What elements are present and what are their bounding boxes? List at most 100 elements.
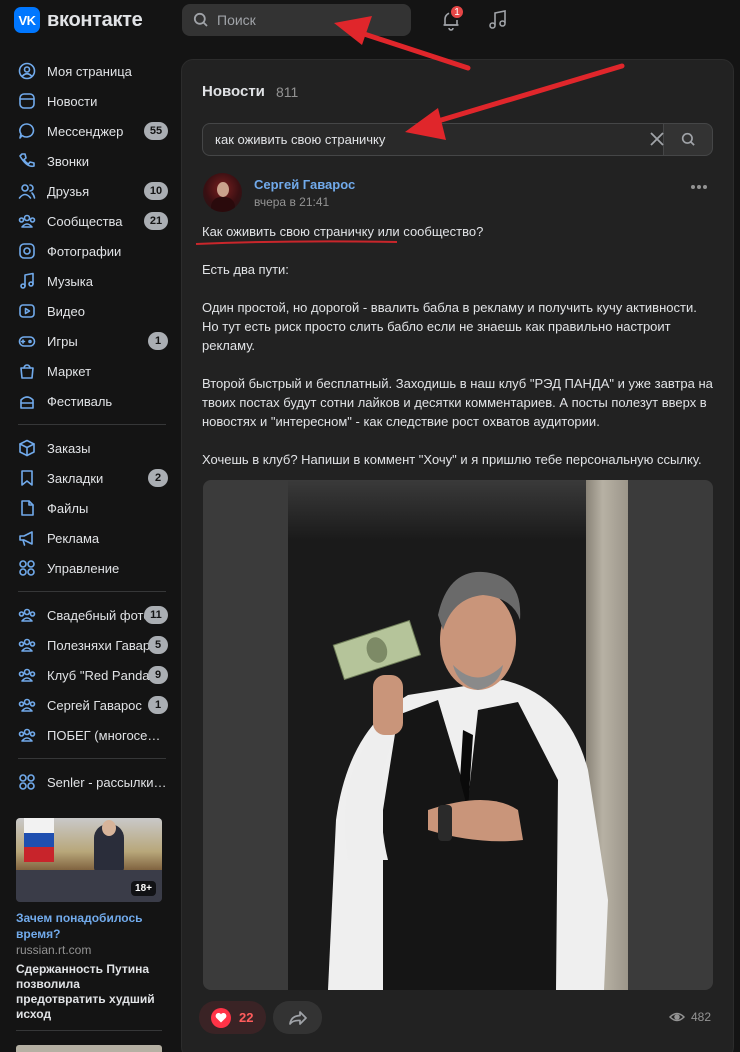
eye-icon bbox=[669, 1012, 685, 1022]
sidebar-item-group-4[interactable]: ПОБЕГ (многосерийный) bbox=[0, 720, 178, 750]
sidebar-item-count-badge: 21 bbox=[144, 212, 168, 230]
sidebar-item-count-badge: 1 bbox=[148, 696, 168, 714]
grid-icon bbox=[19, 560, 35, 576]
feed-title[interactable]: Новости bbox=[202, 83, 265, 100]
sidebar-item-main-3[interactable]: Звонки bbox=[0, 146, 178, 176]
top-bar: VK вконтакте Поиск 1 bbox=[0, 0, 740, 40]
search-icon bbox=[681, 132, 695, 146]
sidebar-item-senler[interactable]: Senler - рассылки ВКонтакте bbox=[0, 767, 178, 797]
close-icon[interactable] bbox=[649, 131, 665, 147]
sidebar-item-main-11[interactable]: Фестиваль bbox=[0, 386, 178, 416]
sidebar-item-main-9[interactable]: Игры 1 bbox=[0, 326, 178, 356]
notifications-badge: 1 bbox=[449, 4, 465, 20]
sidebar-item-main-10[interactable]: Маркет bbox=[0, 356, 178, 386]
video-icon bbox=[19, 304, 35, 318]
sidebar-divider bbox=[16, 1030, 162, 1031]
sidebar-item-label: Моя страница bbox=[47, 63, 132, 79]
author-avatar[interactable] bbox=[203, 173, 242, 212]
sidebar-item-main-0[interactable]: Моя страница bbox=[0, 56, 178, 86]
music-icon bbox=[20, 272, 34, 289]
vk-logo[interactable]: VK вконтакте bbox=[14, 7, 143, 33]
feed-search-value: как оживить свою страничку bbox=[215, 132, 386, 147]
feed-search-input[interactable]: как оживить свою страничку bbox=[202, 123, 664, 156]
sidebar-divider bbox=[18, 758, 166, 759]
sidebar-item-main-7[interactable]: Музыка bbox=[0, 266, 178, 296]
sidebar-item-label: Музыка bbox=[47, 273, 93, 289]
like-count: 22 bbox=[239, 1010, 254, 1025]
sidebar-item-tools-3[interactable]: Реклама bbox=[0, 523, 178, 553]
megaphone-icon bbox=[19, 531, 33, 546]
heart-icon bbox=[211, 1007, 231, 1028]
festival-icon bbox=[20, 396, 34, 409]
sidebar-item-count-badge: 9 bbox=[148, 666, 168, 684]
sidebar-item-main-8[interactable]: Видео bbox=[0, 296, 178, 326]
sidebar-item-tools-0[interactable]: Заказы bbox=[0, 433, 178, 463]
post-author[interactable]: Сергей Гаварос bbox=[254, 177, 355, 192]
sidebar-item-label: Звонки bbox=[47, 153, 89, 169]
sidebar-item-label: Маркет bbox=[47, 363, 92, 379]
sidebar-item-group-2[interactable]: Клуб "Red Panda" 9 bbox=[0, 660, 178, 690]
views-count: 482 bbox=[691, 1010, 712, 1024]
sidebar-item-main-6[interactable]: Фотографии bbox=[0, 236, 178, 266]
global-search-input[interactable]: Поиск bbox=[182, 4, 411, 36]
grid-icon bbox=[19, 774, 35, 790]
sidebar-item-main-1[interactable]: Новости bbox=[0, 86, 178, 116]
post-paragraph: Хочешь в клуб? Напиши в коммент "Хочу" и… bbox=[202, 452, 702, 467]
communities-icon bbox=[18, 668, 36, 682]
gamepad-icon bbox=[18, 336, 36, 347]
ad-image[interactable]: 18+ bbox=[16, 818, 162, 902]
news-feed-card: Новости 811 как оживить свою страничку С… bbox=[181, 59, 734, 1052]
sidebar-item-count-badge: 55 bbox=[144, 122, 168, 140]
share-button[interactable] bbox=[273, 1001, 322, 1034]
post-paragraph: Второй быстрый и бесплатный. Заходишь в … bbox=[202, 376, 713, 429]
music-icon[interactable] bbox=[487, 9, 509, 31]
sidebar-item-label: Новости bbox=[47, 93, 98, 109]
vk-logo-icon: VK bbox=[14, 7, 40, 33]
views-counter: 482 bbox=[669, 1010, 711, 1024]
sidebar-ad[interactable]: 18+ Зачем понадобилось время? russian.rt… bbox=[16, 818, 162, 1022]
sidebar-item-tools-1[interactable]: Закладки 2 bbox=[0, 463, 178, 493]
post-paragraph: Есть два пути: bbox=[202, 262, 289, 277]
user-circle-icon bbox=[18, 62, 36, 80]
sidebar-item-group-1[interactable]: Полезняхи Гаварос 5 bbox=[0, 630, 178, 660]
age-rating-badge: 18+ bbox=[131, 881, 156, 896]
sidebar-item-label: Фестиваль bbox=[47, 393, 113, 409]
more-options-icon[interactable] bbox=[690, 184, 708, 190]
box-icon bbox=[19, 439, 35, 457]
sidebar-item-count-badge: 2 bbox=[148, 469, 168, 487]
sidebar-item-label: Файлы bbox=[47, 500, 89, 516]
post-photo[interactable] bbox=[203, 480, 713, 990]
like-button[interactable]: 22 bbox=[199, 1001, 266, 1034]
post-paragraph: Один простой, но дорогой - ввалить бабла… bbox=[202, 300, 697, 353]
file-icon bbox=[21, 500, 34, 516]
sidebar-item-label: Реклама bbox=[47, 530, 100, 546]
sidebar-item-group-0[interactable]: Свадебный фотограф11 bbox=[0, 600, 178, 630]
newsfeed-icon bbox=[19, 93, 35, 109]
sidebar-item-tools-4[interactable]: Управление bbox=[0, 553, 178, 583]
feed-search-button[interactable] bbox=[664, 123, 713, 156]
logo-text: вконтакте bbox=[47, 8, 143, 31]
left-sidebar: Моя страница Новости Мессенджер 55 Звонки Дру… bbox=[0, 56, 178, 797]
sidebar-item-count-badge: 1 bbox=[148, 332, 168, 350]
sidebar-item-label: Управление bbox=[47, 560, 120, 576]
sidebar-item-main-4[interactable]: Друзья 10 bbox=[0, 176, 178, 206]
ad-text[interactable]: Сдержанность Путина позволила предотврат… bbox=[16, 962, 162, 1022]
ad-title[interactable]: Зачем понадобилось время? bbox=[16, 910, 162, 942]
red-underline-annotation bbox=[195, 240, 398, 245]
sidebar-item-count-badge: 11 bbox=[144, 606, 168, 624]
flag-image bbox=[24, 818, 54, 862]
share-icon bbox=[288, 1010, 307, 1025]
message-icon bbox=[19, 123, 35, 139]
post-time[interactable]: вчера в 21:41 bbox=[254, 195, 329, 209]
search-placeholder: Поиск bbox=[217, 12, 256, 28]
ad-source[interactable]: russian.rt.com bbox=[16, 943, 162, 957]
sidebar-item-label: Видео bbox=[47, 303, 85, 319]
sidebar-item-main-5[interactable]: Сообщества 21 bbox=[0, 206, 178, 236]
communities-icon bbox=[18, 698, 36, 712]
sidebar-item-label: Senler - рассылки ВКонтакте bbox=[47, 774, 167, 790]
feed-count: 811 bbox=[276, 84, 299, 100]
sidebar-item-tools-2[interactable]: Файлы bbox=[0, 493, 178, 523]
next-ad-image[interactable] bbox=[16, 1045, 162, 1052]
sidebar-item-main-2[interactable]: Мессенджер 55 bbox=[0, 116, 178, 146]
sidebar-item-group-3[interactable]: Сергей Гаварос 1 bbox=[0, 690, 178, 720]
